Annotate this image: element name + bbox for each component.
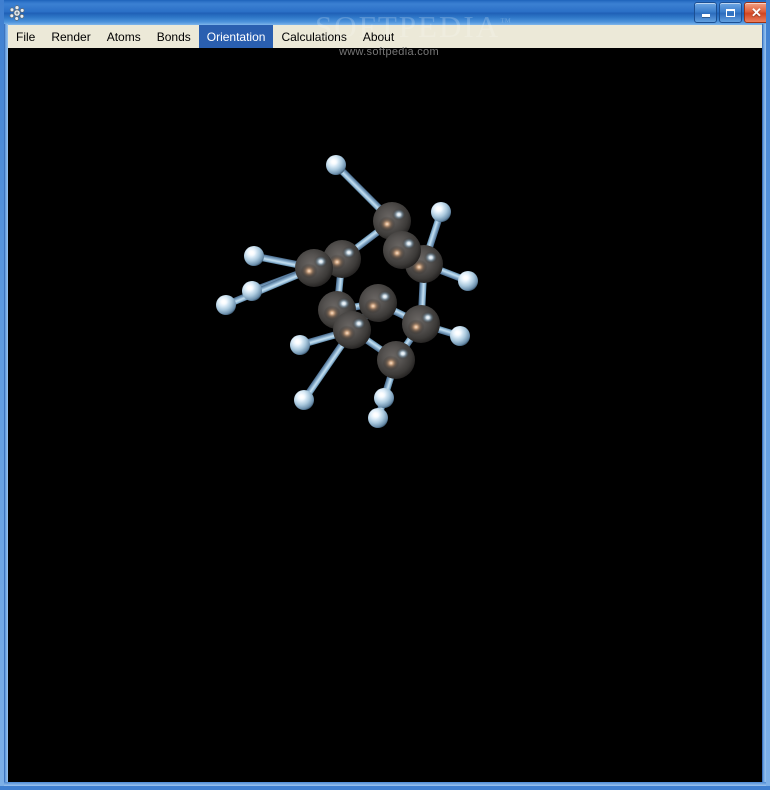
menu-item-render[interactable]: Render	[43, 25, 98, 48]
hydrogen-atom[interactable]	[458, 271, 478, 291]
menu-item-label: Bonds	[156, 29, 191, 44]
hydrogen-atom[interactable]	[374, 388, 394, 408]
specular-warm	[364, 298, 382, 314]
molecule-viewport[interactable]	[8, 48, 766, 786]
menu-item-bonds[interactable]: Bonds	[149, 25, 199, 48]
specular-highlight	[219, 298, 228, 306]
specular-cool	[392, 208, 406, 221]
specular-highlight	[453, 329, 462, 337]
hydrogen-atom[interactable]	[216, 295, 236, 315]
specular-cool	[352, 317, 366, 330]
window-border-left	[4, 24, 8, 786]
specular-cool	[337, 297, 351, 310]
close-icon: ✕	[751, 5, 762, 20]
application-window: ✕ File Render Atoms Bonds Orientation Calcula…	[0, 0, 770, 790]
window-border-bottom	[4, 782, 766, 786]
specular-highlight	[329, 158, 338, 166]
hydrogen-atom[interactable]	[431, 202, 451, 222]
menu-item-atoms[interactable]: Atoms	[99, 25, 149, 48]
carbon-atom[interactable]	[333, 311, 371, 349]
specular-highlight	[434, 205, 443, 213]
specular-warm	[388, 245, 406, 261]
title-bar[interactable]: ✕	[4, 0, 766, 26]
specular-highlight	[461, 274, 470, 282]
menu-item-orientation[interactable]: Orientation	[198, 25, 274, 48]
specular-cool	[402, 237, 416, 250]
close-button[interactable]: ✕	[744, 2, 766, 23]
minimize-button[interactable]	[694, 2, 717, 23]
menu-item-label: Render	[51, 29, 91, 44]
specular-warm	[300, 263, 318, 279]
specular-highlight	[377, 391, 386, 399]
carbon-atom[interactable]	[377, 341, 415, 379]
specular-cool	[378, 290, 392, 303]
specular-warm	[382, 355, 400, 371]
hydrogen-group	[216, 155, 478, 428]
hydrogen-atom[interactable]	[242, 281, 262, 301]
window-border-right	[762, 24, 766, 786]
gear-icon	[9, 5, 25, 21]
hydrogen-atom[interactable]	[326, 155, 346, 175]
menu-item-label: Atoms	[106, 29, 141, 44]
hydrogen-atom[interactable]	[450, 326, 470, 346]
specular-highlight	[293, 338, 302, 346]
menu-item-label: File	[16, 29, 36, 44]
specular-warm	[338, 325, 356, 341]
carbon-atom[interactable]	[402, 305, 440, 343]
specular-cool	[314, 255, 328, 268]
menu-item-label: Orientation	[206, 29, 266, 44]
menu-bar: File Render Atoms Bonds Orientation Calculati…	[8, 25, 766, 49]
molecule-render	[216, 155, 478, 428]
hydrogen-atom[interactable]	[244, 246, 264, 266]
maximize-icon	[726, 8, 735, 17]
carbon-atom[interactable]	[295, 249, 333, 287]
window-controls: ✕	[694, 2, 766, 23]
specular-cool	[342, 246, 356, 259]
menu-item-file[interactable]: File	[8, 25, 43, 48]
specular-warm	[378, 216, 396, 232]
specular-highlight	[245, 284, 254, 292]
maximize-button[interactable]	[719, 2, 742, 23]
specular-cool	[421, 311, 435, 324]
menu-item-calculations[interactable]: Calculations	[273, 25, 354, 48]
carbon-atom[interactable]	[383, 231, 421, 269]
hydrogen-atom[interactable]	[290, 335, 310, 355]
specular-highlight	[371, 411, 380, 419]
specular-warm	[407, 319, 425, 335]
hydrogen-atom[interactable]	[368, 408, 388, 428]
hydrogen-atom[interactable]	[294, 390, 314, 410]
menu-item-label: About	[362, 29, 395, 44]
specular-highlight	[297, 393, 306, 401]
menu-item-about[interactable]: About	[355, 25, 402, 48]
specular-highlight	[247, 249, 256, 257]
minimize-icon	[701, 14, 710, 17]
specular-cool	[424, 251, 438, 264]
specular-cool	[396, 347, 410, 360]
menu-item-label: Calculations	[281, 29, 347, 44]
